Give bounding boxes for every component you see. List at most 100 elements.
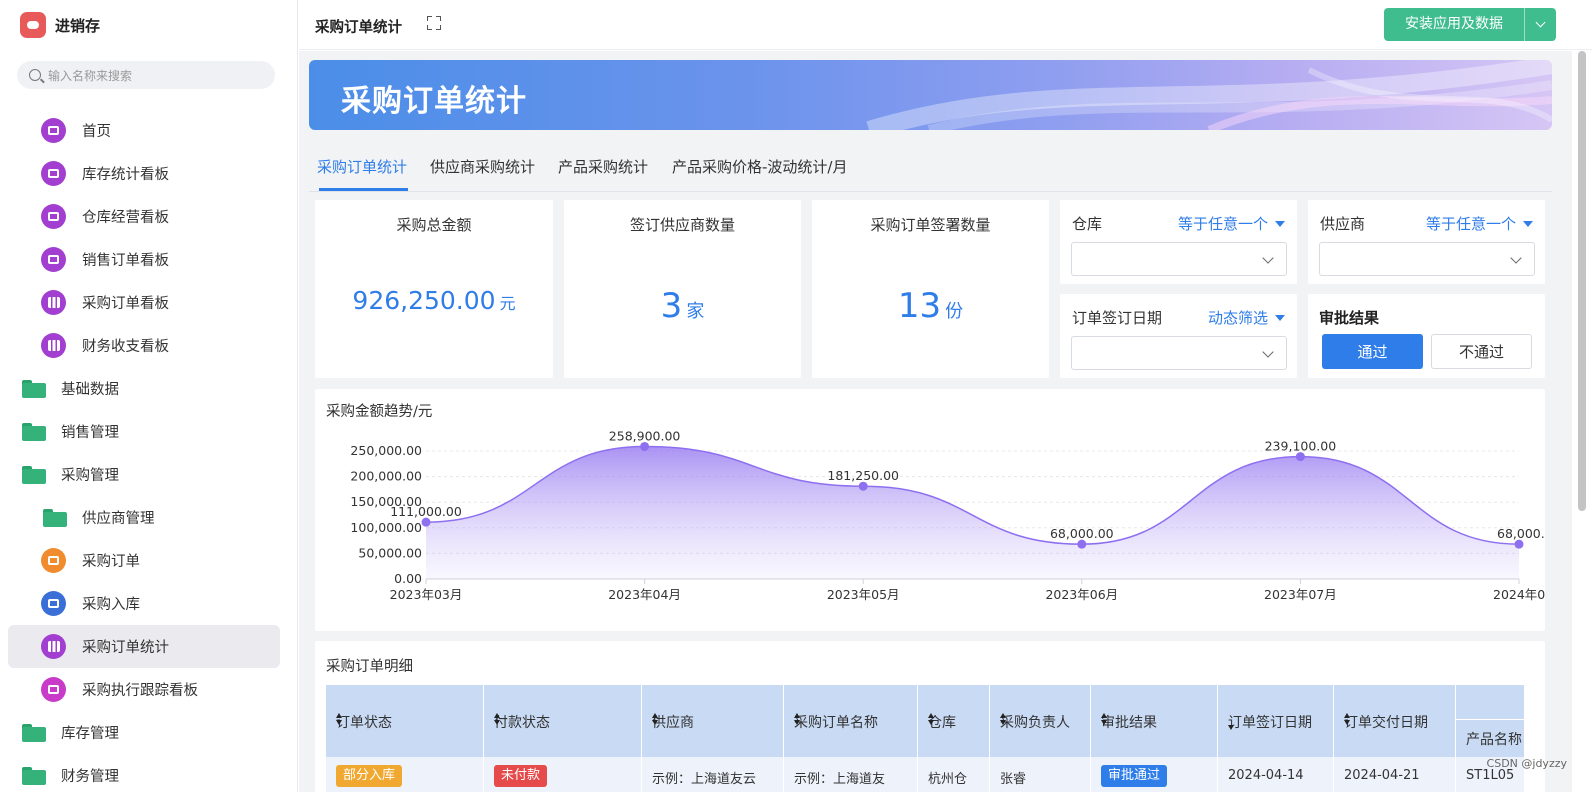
- table-header-cell[interactable]: 审批结果: [1091, 685, 1218, 757]
- sort-icon[interactable]: [1101, 713, 1108, 726]
- search-placeholder: 输入名称来搜索: [48, 68, 133, 83]
- table-header-cell[interactable]: 仓库: [918, 685, 990, 757]
- table-header-cell[interactable]: 订单交付日期: [1334, 685, 1456, 757]
- banner-title: 采购订单统计: [341, 84, 527, 119]
- chevron-down-icon[interactable]: [1525, 17, 1556, 28]
- filter-mode-dropdown[interactable]: 等于任意一个: [1426, 213, 1533, 234]
- sidebar-item-label: 采购订单统计: [82, 640, 169, 656]
- sort-icon[interactable]: [794, 713, 801, 726]
- table-cell-text: 2024-04-21: [1344, 768, 1420, 783]
- table-cell-text: 示例：上海道友: [794, 772, 886, 787]
- dashboard-icon: [41, 118, 66, 143]
- stat-value: 3家: [564, 286, 801, 326]
- sidebar-item[interactable]: 财务管理: [8, 754, 280, 792]
- table-cell: 审批通过: [1091, 757, 1218, 792]
- tab-supplier-stats[interactable]: 供应商采购统计: [430, 156, 535, 177]
- x-tick-label: 2023年05月: [827, 587, 900, 602]
- sidebar-item[interactable]: 财务收支看板: [8, 324, 280, 367]
- supplier-select[interactable]: [1319, 242, 1535, 276]
- table-header-cell[interactable]: 订单签订日期: [1218, 685, 1334, 757]
- table-cell-text: ST1L05: [1466, 768, 1515, 783]
- table-header-cell[interactable]: 产品名称: [1456, 685, 1525, 757]
- table-header-cell[interactable]: 采购订单名称: [784, 685, 918, 757]
- sidebar-item[interactable]: 采购执行跟踪看板: [8, 668, 280, 711]
- sort-icon[interactable]: [652, 713, 659, 726]
- scrollbar-thumb[interactable]: [1578, 51, 1586, 511]
- sidebar-item[interactable]: 采购订单看板: [8, 281, 280, 324]
- sidebar-item[interactable]: 销售管理: [8, 410, 280, 453]
- tab-product-stats[interactable]: 产品采购统计: [558, 156, 648, 177]
- dashboard-icon: [41, 204, 66, 229]
- sort-icon[interactable]: [928, 713, 935, 726]
- status-badge: 审批通过: [1101, 765, 1168, 787]
- filter-sign-date: 订单签订日期 动态筛选: [1060, 294, 1297, 378]
- approval-pass-button[interactable]: 通过: [1322, 334, 1423, 369]
- caret-down-icon: [1275, 220, 1285, 227]
- sidebar-item[interactable]: 库存统计看板: [8, 152, 280, 195]
- page-title: 采购订单统计: [315, 20, 402, 36]
- filter-mode-dropdown[interactable]: 动态筛选: [1208, 307, 1285, 328]
- y-tick-label: 250,000.00: [350, 443, 422, 458]
- search-input[interactable]: 输入名称来搜索: [17, 61, 275, 89]
- main-content: 采购订单统计 采购订单统计 供应商采购统计 产品采购统计 产品采购价格-波动统计…: [299, 51, 1572, 792]
- chevron-down-icon: [1262, 252, 1274, 264]
- fullscreen-icon[interactable]: [427, 16, 441, 30]
- sidebar-item-label: 采购执行跟踪看板: [82, 683, 198, 699]
- warehouse-select[interactable]: [1071, 242, 1287, 276]
- sidebar-item[interactable]: 供应商管理: [8, 496, 280, 539]
- table-header-cell[interactable]: 采购负责人: [990, 685, 1091, 757]
- table-cell: 示例：上海道友: [784, 757, 918, 792]
- sidebar-item[interactable]: 仓库经营看板: [8, 195, 280, 238]
- chevron-down-icon: [1510, 252, 1522, 264]
- table-title: 采购订单明细: [326, 659, 413, 675]
- table-header-cell[interactable]: 付款状态: [484, 685, 642, 757]
- sidebar-item[interactable]: 采购管理: [8, 453, 280, 496]
- y-tick-label: 100,000.00: [350, 520, 422, 535]
- table-header-label: 订单交付日期: [1344, 715, 1428, 731]
- filter-label: 仓库: [1072, 215, 1103, 233]
- sort-icon[interactable]: [1000, 713, 1007, 726]
- sidebar-item[interactable]: 采购订单统计: [8, 625, 280, 668]
- x-tick-label: 2023年03月: [390, 587, 463, 602]
- stat-label: 采购总金额: [396, 216, 472, 234]
- approval-fail-button[interactable]: 不通过: [1431, 334, 1532, 369]
- filter-label: 供应商: [1320, 215, 1366, 233]
- tab-price-fluctuation[interactable]: 产品采购价格-波动统计/月: [672, 156, 847, 177]
- table-cell: 未付款: [484, 757, 642, 792]
- sidebar-item[interactable]: 销售订单看板: [8, 238, 280, 281]
- sort-icon[interactable]: [1344, 713, 1351, 726]
- table-header-label: 采购订单名称: [794, 715, 878, 731]
- sidebar-item[interactable]: 采购入库: [8, 582, 280, 625]
- caret-down-icon: [1523, 220, 1533, 227]
- sort-icon[interactable]: [494, 713, 501, 726]
- sidebar-item[interactable]: 基础数据: [8, 367, 280, 410]
- table-cell: 杭州仓: [918, 757, 990, 792]
- stat-number: 13: [897, 286, 942, 326]
- home-icon: [41, 677, 66, 702]
- x-tick-label: 2024年0: [1493, 587, 1545, 602]
- scrollbar[interactable]: [1572, 51, 1592, 792]
- stat-number: 3: [660, 286, 683, 326]
- app-name: 进销存: [55, 16, 101, 35]
- filter-warehouse: 仓库 等于任意一个: [1060, 200, 1297, 284]
- form-icon: [41, 548, 66, 573]
- table-header-cell[interactable]: 订单状态: [326, 685, 484, 757]
- table-header-label: 审批结果: [1101, 715, 1157, 731]
- sidebar-item[interactable]: 采购订单: [8, 539, 280, 582]
- sort-icon[interactable]: [1228, 718, 1235, 731]
- app-header[interactable]: 进销存: [20, 11, 100, 39]
- stat-card-supplier-count: 签订供应商数量 3家: [564, 200, 801, 378]
- filter-mode-dropdown[interactable]: 等于任意一个: [1178, 213, 1285, 234]
- table-header-cell[interactable]: 供应商: [642, 685, 784, 757]
- sort-icon[interactable]: [336, 713, 343, 726]
- x-tick-label: 2023年04月: [608, 587, 681, 602]
- sidebar-item[interactable]: 库存管理: [8, 711, 280, 754]
- install-app-button[interactable]: 安装应用及数据: [1384, 8, 1556, 41]
- stat-unit: 份: [945, 301, 964, 322]
- sidebar-item-label: 采购管理: [61, 468, 119, 484]
- tab-purchase-order-stats[interactable]: 采购订单统计: [317, 156, 407, 177]
- sign-date-select[interactable]: [1071, 336, 1287, 370]
- sidebar-item[interactable]: 首页: [8, 109, 280, 152]
- detail-table-card: 采购订单明细 订单状态 部分入库 付款状态 未付款 供应商 示例：上海道友云 采购订单名称示…: [315, 641, 1545, 792]
- stat-unit: 家: [686, 301, 705, 322]
